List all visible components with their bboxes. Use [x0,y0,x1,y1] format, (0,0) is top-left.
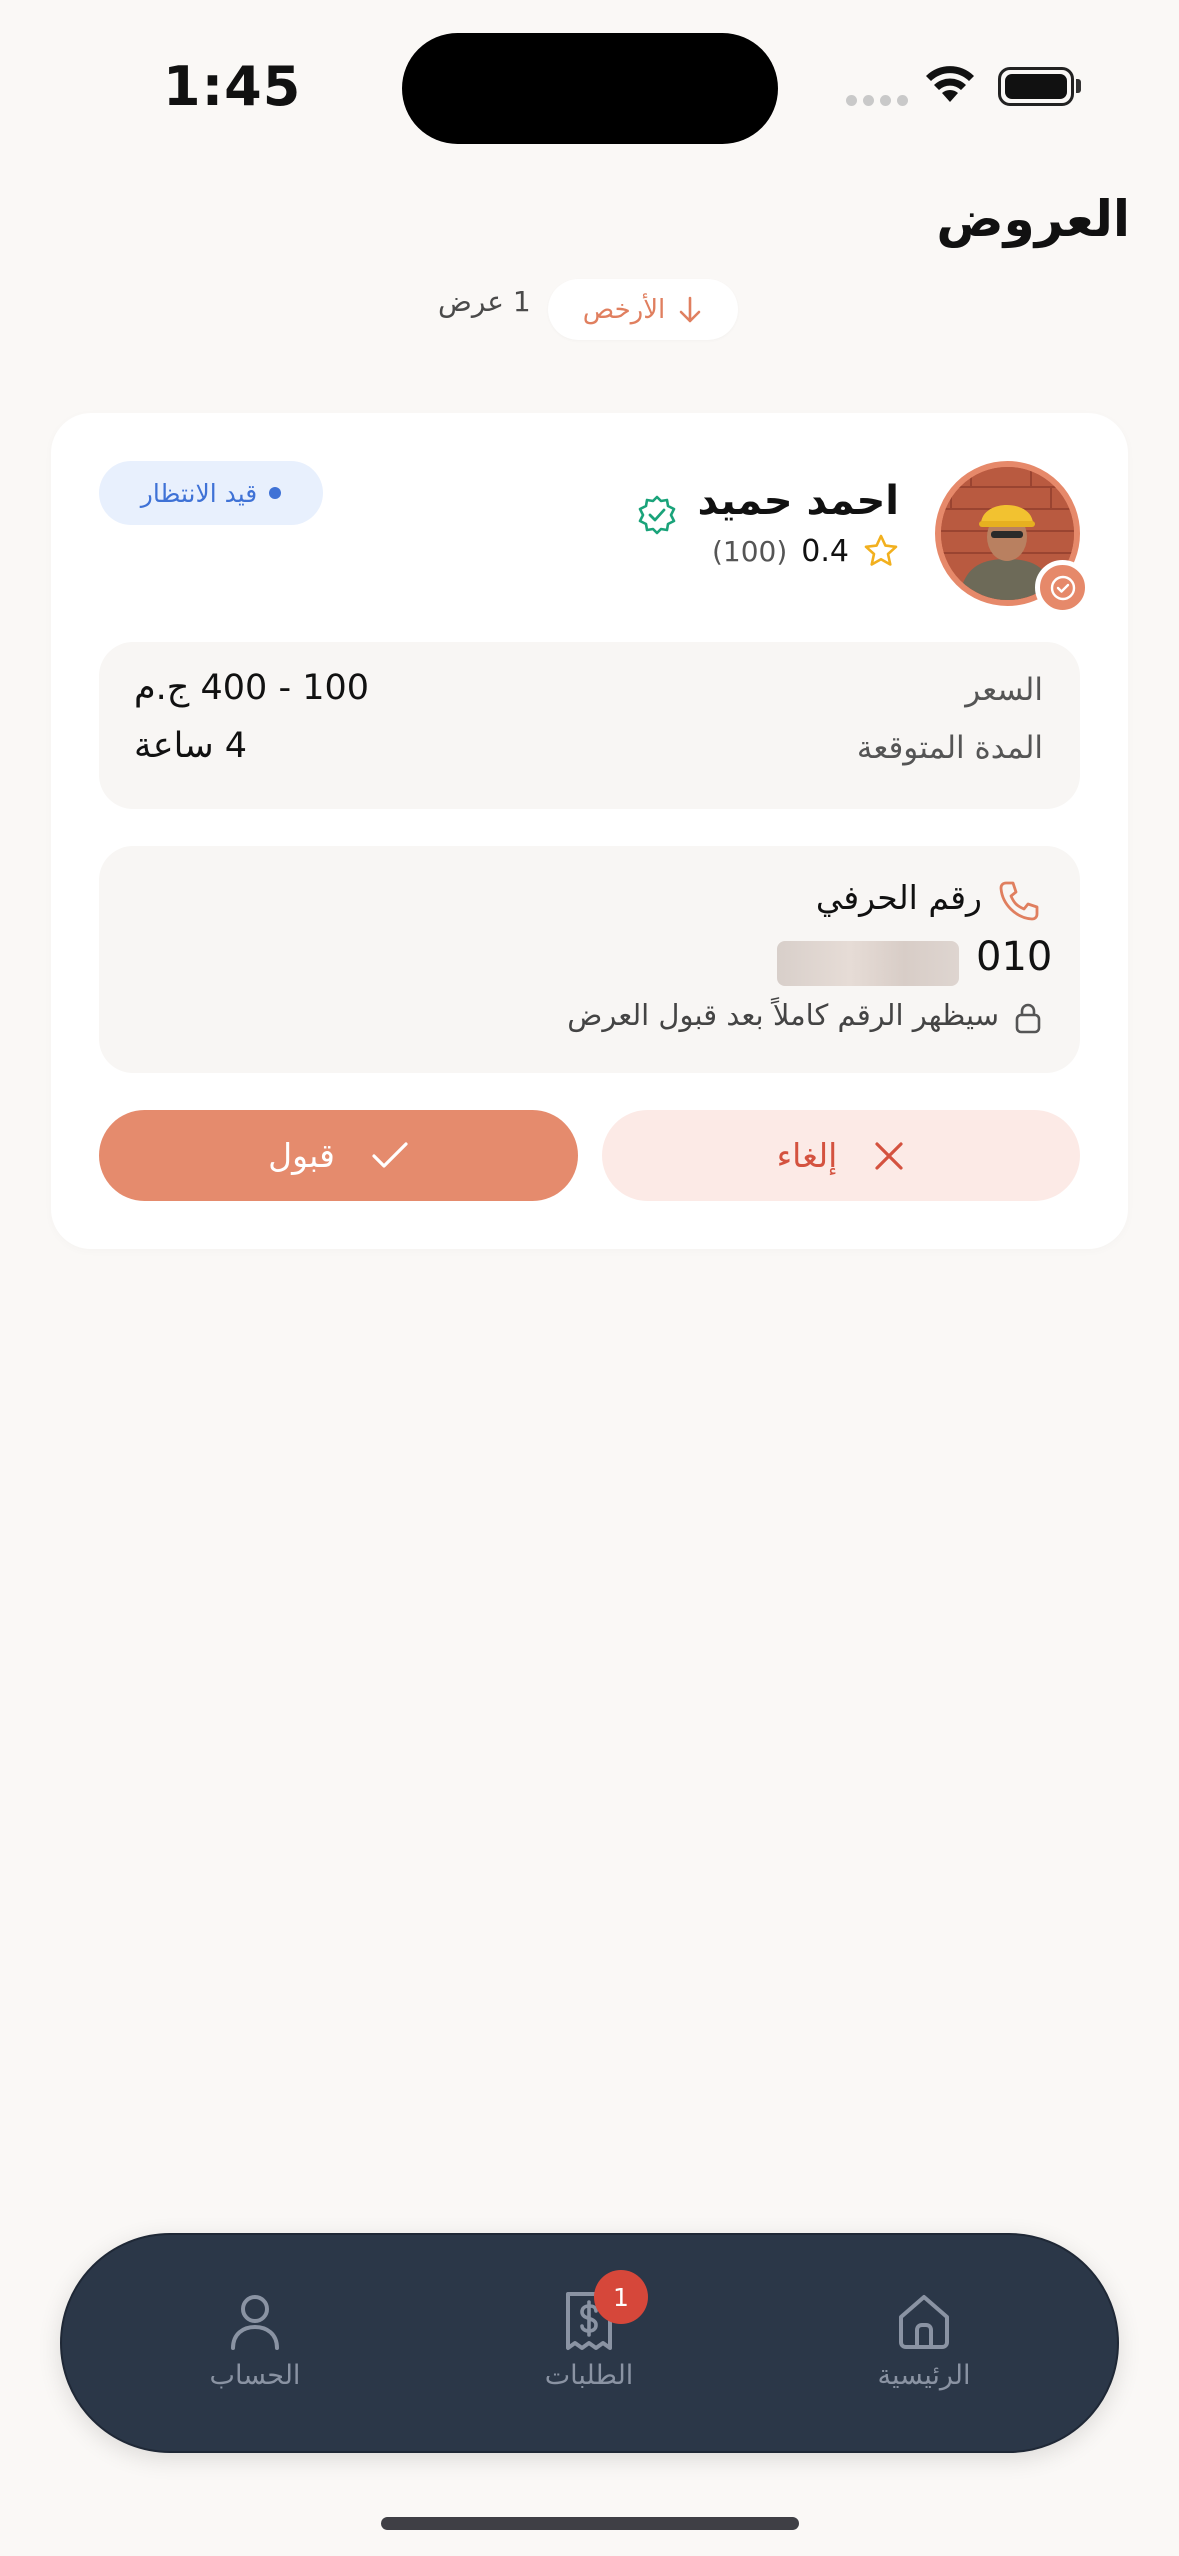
wifi-icon [926,66,974,102]
rating-value: 0.4 [801,533,850,569]
sort-button[interactable]: الأرخص [548,279,738,340]
cancel-label: إلغاء [776,1136,838,1175]
duration-label: المدة المتوقعة [856,730,1043,766]
sort-label: الأرخص [582,294,666,325]
home-icon [899,2295,949,2349]
arrow-down-icon [679,296,701,322]
phone-icon [999,881,1039,921]
tab-account[interactable]: الحساب [155,2290,355,2391]
check-icon [372,1141,408,1168]
cellular-signal-icon [846,95,908,106]
orders-badge: 1 [594,2270,648,2324]
phone-title: رقم الحرفي [815,878,982,917]
close-icon [875,1141,903,1170]
phone-note: سيظهر الرقم كاملاً بعد قبول العرض [567,998,999,1032]
offer-count: 1 عرض [438,285,531,318]
battery-icon [998,67,1074,106]
lock-icon [1015,1003,1041,1034]
status-badge: قيد الانتظار [99,461,323,525]
status-time: 1:45 [163,55,302,118]
craftsman-name: احمد حميد [697,478,899,524]
tab-orders-label: الطلبات [544,2360,634,2391]
phone-prefix: 010 [976,934,1053,980]
review-count: (100) [712,534,788,568]
tab-account-label: الحساب [209,2360,301,2391]
star-icon [864,534,898,566]
tab-home-label: الرئيسية [877,2360,971,2391]
hidden-phone-digits [777,941,959,986]
duration-value: 4 ساعة [134,726,248,766]
accept-button[interactable]: قبول [99,1110,578,1201]
cancel-button[interactable]: إلغاء [602,1110,1080,1201]
status-label: قيد الانتظار [140,478,258,508]
price-label: السعر [965,672,1043,708]
battery-tip [1076,79,1081,93]
status-dot [269,487,282,499]
tab-orders[interactable]: الطلبات [489,2290,689,2391]
home-indicator[interactable] [381,2517,799,2530]
tab-home[interactable]: الرئيسية [824,2290,1024,2391]
dynamic-island [402,33,778,144]
user-icon [231,2295,279,2350]
avatar-verified-badge-icon [1035,560,1090,615]
verified-check-icon [638,495,676,535]
accept-label: قبول [268,1136,335,1175]
rating-row: (100) 0.4 [712,533,899,569]
price-value: 100 - 400 ج.م [134,668,370,708]
page-title: العروض [936,190,1130,248]
